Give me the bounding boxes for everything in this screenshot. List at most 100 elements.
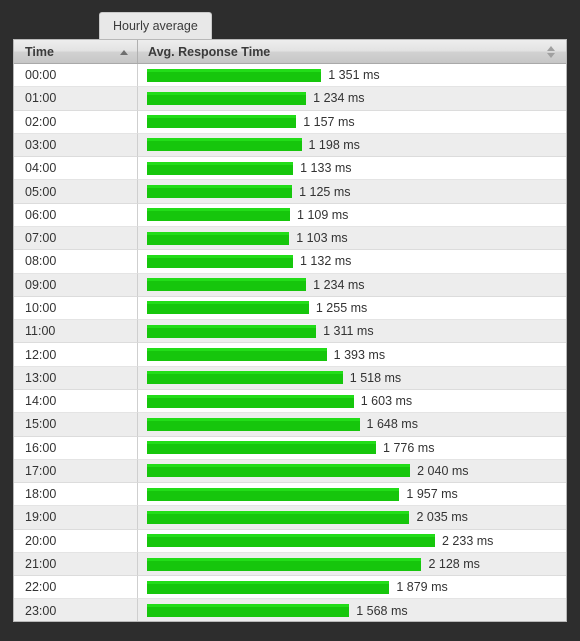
cell-time: 08:00 (14, 250, 138, 274)
cell-response-time: 1 109 ms (138, 204, 566, 227)
cell-time: 11:00 (14, 320, 138, 344)
table-row[interactable]: 01:00 1 234 ms (14, 87, 566, 111)
table-row[interactable]: 13:00 1 518 ms (14, 366, 566, 390)
cell-response-time: 1 518 ms (138, 367, 566, 390)
response-time-bar (147, 580, 390, 594)
table-row[interactable]: 16:00 1 776 ms (14, 436, 566, 460)
response-time-value: 1 393 ms (333, 347, 386, 362)
cell-response-time: 2 035 ms (138, 506, 566, 530)
table-row[interactable]: 21:00 2 128 ms (14, 552, 566, 577)
table-row[interactable]: 09:00 1 234 ms (14, 273, 566, 297)
response-time-bar (147, 301, 309, 315)
table-row[interactable]: 08:00 1 132 ms (14, 250, 566, 274)
response-time-value: 1 776 ms (383, 440, 435, 455)
sort-both-icon (547, 45, 556, 59)
table-row[interactable]: 15:00 1 648 ms (14, 413, 566, 437)
column-header-time[interactable]: Time (14, 40, 138, 63)
response-time-bar (147, 557, 422, 571)
cell-time: 20:00 (14, 529, 138, 553)
cell-time: 06:00 (14, 203, 138, 227)
column-header-response-time[interactable]: Avg. Response Time (138, 40, 566, 63)
response-time-bar (147, 208, 291, 222)
response-time-value: 1 255 ms (315, 300, 368, 315)
table-row[interactable]: 05:00 1 125 ms (14, 180, 566, 204)
table-row[interactable]: 22:00 1 879 ms (14, 576, 566, 600)
table-row[interactable]: 02:00 1 157 ms (14, 110, 566, 134)
tab-hourly-average[interactable]: Hourly average (99, 12, 212, 39)
response-time-value: 1 603 ms (360, 394, 413, 409)
tab-label: Hourly average (113, 18, 198, 33)
response-time-value: 1 879 ms (396, 580, 448, 595)
table-row[interactable]: 10:00 1 255 ms (14, 296, 566, 321)
app-root: Hourly average Time Avg. Response Time 0… (0, 0, 580, 641)
cell-response-time: 1 393 ms (138, 343, 566, 367)
cell-response-time: 1 103 ms (138, 227, 566, 251)
response-time-bar (147, 371, 343, 385)
cell-time: 21:00 (14, 552, 138, 577)
cell-response-time: 1 125 ms (138, 180, 566, 204)
response-time-table: Time Avg. Response Time 00:00 1 351 ms 01:… (13, 39, 567, 622)
cell-time: 07:00 (14, 226, 138, 251)
response-time-bar (147, 510, 410, 524)
cell-response-time: 1 603 ms (138, 390, 566, 414)
response-time-value: 1 132 ms (300, 254, 352, 269)
response-time-value: 1 311 ms (323, 324, 374, 339)
cell-time: 05:00 (14, 180, 138, 204)
table-row[interactable]: 12:00 1 393 ms (14, 343, 566, 367)
response-time-bar (147, 185, 293, 199)
tab-bar: Hourly average (0, 0, 580, 39)
response-time-value: 1 109 ms (297, 207, 349, 222)
triangle-up-icon (120, 49, 128, 55)
cell-time: 23:00 (14, 599, 138, 621)
response-time-value: 1 133 ms (300, 161, 352, 176)
cell-time: 01:00 (14, 87, 138, 111)
response-time-value: 2 233 ms (442, 533, 494, 548)
response-time-bar (147, 115, 297, 129)
table-row[interactable]: 17:00 2 040 ms (14, 459, 566, 484)
response-time-bar (147, 68, 322, 82)
response-time-bar (147, 394, 354, 408)
response-time-value: 1 568 ms (356, 603, 408, 618)
response-time-value: 1 234 ms (313, 277, 365, 292)
cell-response-time: 1 957 ms (138, 483, 566, 507)
response-time-value: 1 957 ms (406, 487, 458, 502)
table-row[interactable]: 03:00 1 198 ms (14, 133, 566, 158)
response-time-bar (147, 534, 435, 548)
table-row[interactable]: 07:00 1 103 ms (14, 226, 566, 251)
cell-response-time: 1 132 ms (138, 250, 566, 274)
cell-time: 03:00 (14, 133, 138, 158)
response-time-value: 1 351 ms (328, 68, 380, 83)
cell-response-time: 1 568 ms (138, 599, 566, 621)
table-row[interactable]: 04:00 1 133 ms (14, 157, 566, 181)
table-row[interactable]: 14:00 1 603 ms (14, 389, 566, 414)
response-time-bar (147, 91, 307, 105)
response-time-bar (147, 441, 377, 455)
cell-response-time: 1 198 ms (138, 134, 566, 158)
table-row[interactable]: 00:00 1 351 ms (14, 64, 566, 88)
table-row[interactable]: 11:00 1 311 ms (14, 320, 566, 344)
response-time-bar (147, 161, 294, 175)
response-time-value: 1 234 ms (313, 91, 365, 106)
response-time-value: 1 125 ms (299, 184, 351, 199)
response-time-value: 1 198 ms (308, 137, 360, 152)
response-time-bar (147, 278, 307, 292)
cell-time: 10:00 (14, 296, 138, 321)
table-row[interactable]: 19:00 2 035 ms (14, 506, 566, 530)
response-time-bar (147, 324, 317, 338)
table-row[interactable]: 23:00 1 568 ms (14, 599, 566, 621)
cell-time: 13:00 (14, 366, 138, 390)
table-row[interactable]: 20:00 2 233 ms (14, 529, 566, 553)
cell-time: 19:00 (14, 506, 138, 530)
table-row[interactable]: 18:00 1 957 ms (14, 483, 566, 507)
response-time-bar (147, 604, 350, 618)
cell-response-time: 2 233 ms (138, 530, 566, 553)
cell-time: 12:00 (14, 343, 138, 367)
table-body: 00:00 1 351 ms 01:00 1 234 ms 02:00 1 157 ms 0… (14, 64, 566, 621)
cell-response-time: 1 351 ms (138, 64, 566, 88)
response-time-value: 1 103 ms (296, 231, 348, 246)
cell-time: 16:00 (14, 436, 138, 460)
table-header-row: Time Avg. Response Time (14, 40, 566, 64)
cell-response-time: 1 648 ms (138, 413, 566, 437)
column-header-response-time-label: Avg. Response Time (148, 44, 271, 59)
table-row[interactable]: 06:00 1 109 ms (14, 203, 566, 227)
